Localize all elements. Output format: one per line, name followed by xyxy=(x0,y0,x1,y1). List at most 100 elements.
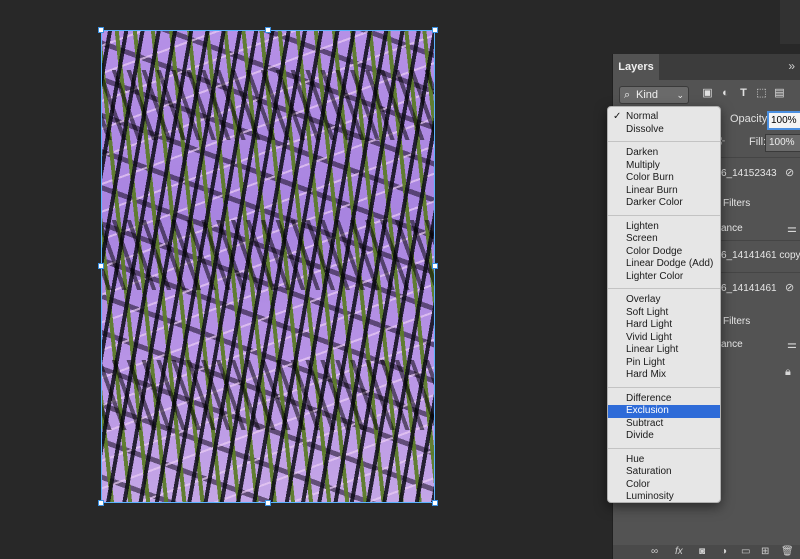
collapse-panel-icon[interactable]: » xyxy=(788,59,795,73)
opacity-input[interactable]: 100% xyxy=(767,111,800,130)
menu-separator xyxy=(608,386,720,388)
blend-mode-option[interactable]: Lighter Color xyxy=(608,271,720,284)
blend-mode-label: Darken xyxy=(626,147,659,158)
blend-mode-label: Color Burn xyxy=(626,172,674,183)
blend-mode-label: Difference xyxy=(626,392,672,404)
blend-mode-option[interactable]: Screen xyxy=(608,233,720,246)
blend-mode-label: Hard Mix xyxy=(626,369,667,380)
blend-mode-option[interactable]: Linear Light xyxy=(608,344,720,357)
blend-mode-option[interactable]: Subtract xyxy=(608,418,720,431)
shape-filter-icon[interactable]: ⬚ xyxy=(755,87,768,100)
blend-mode-option[interactable]: Pin Light xyxy=(608,357,720,370)
blend-mode-option[interactable]: Multiply xyxy=(608,160,720,173)
adjustment-filter-icon[interactable]: ◐ xyxy=(719,87,732,100)
layer-style-icon[interactable]: fx xyxy=(675,545,683,559)
blend-mode-option[interactable]: Color Dodge xyxy=(608,246,720,259)
blend-mode-label: Overlay xyxy=(626,294,661,305)
smart-object-link-icon: ⊘ xyxy=(785,167,795,179)
filter-options-icon[interactable]: ⚌ xyxy=(787,222,797,235)
image-filter-icon[interactable]: ▣ xyxy=(701,87,714,100)
fill-input[interactable]: 100% xyxy=(765,134,800,152)
blend-mode-option[interactable]: Exclusion xyxy=(608,405,720,418)
document-canvas[interactable] xyxy=(0,0,612,559)
transform-handle-bottom[interactable] xyxy=(265,500,271,506)
panel-bottom-toolbar: ∞ fx ◙ ◑ ▭ ⊞ 🗑︎ xyxy=(613,545,800,559)
blend-mode-label: Pin Light xyxy=(626,356,665,368)
blend-mode-label: Vivid Light xyxy=(626,331,672,343)
opacity-label: Opacity: xyxy=(730,113,771,125)
tab-layers[interactable]: Layers xyxy=(613,54,659,80)
blend-mode-option[interactable]: Color xyxy=(608,479,720,492)
blend-mode-option[interactable]: Divide xyxy=(608,430,720,443)
menu-separator xyxy=(608,288,720,289)
blend-mode-label: Screen xyxy=(626,233,658,244)
blend-mode-option[interactable]: Saturation xyxy=(608,466,720,479)
blend-mode-menu[interactable]: ✓ Normal Dissolve Darken Multiply Color Burn L… xyxy=(607,106,721,503)
blend-mode-option[interactable]: Soft Light xyxy=(608,307,720,320)
filter-effect-label: ance xyxy=(721,223,743,234)
menu-separator xyxy=(608,214,720,216)
blend-mode-option[interactable]: Darken xyxy=(608,147,720,160)
type-filter-icon[interactable]: T xyxy=(737,87,750,100)
blend-mode-option[interactable]: Lighten xyxy=(608,221,720,234)
filter-options-icon[interactable]: ⚌ xyxy=(787,338,797,351)
transform-handle-top[interactable] xyxy=(265,27,271,33)
blend-mode-option[interactable]: Luminosity xyxy=(608,491,720,504)
blend-mode-option[interactable]: Vivid Light xyxy=(608,332,720,345)
lock-icon[interactable]: 🔒︎ xyxy=(785,366,791,379)
menu-separator xyxy=(608,447,720,449)
transform-bounding-box[interactable] xyxy=(101,30,435,503)
filter-kind-select[interactable]: ⌕ Kind ⌄ xyxy=(619,86,689,104)
transform-handle-top-right[interactable] xyxy=(432,27,438,33)
transform-handle-right[interactable] xyxy=(432,263,438,269)
blend-mode-option[interactable]: Difference xyxy=(608,393,720,406)
blend-mode-label: Linear Light xyxy=(626,344,679,355)
adjacent-panel-strip xyxy=(780,0,800,44)
filter-effect-label: ance xyxy=(721,339,743,350)
adjustment-layer-icon[interactable]: ◑ xyxy=(721,545,727,559)
smart-filters-label: Filters xyxy=(723,316,751,327)
blend-mode-option[interactable]: Hue xyxy=(608,454,720,467)
blend-mode-label: Multiply xyxy=(626,159,660,171)
blend-mode-option[interactable]: ✓ Normal xyxy=(608,111,720,124)
blend-mode-label: Color xyxy=(626,478,650,490)
link-layers-icon[interactable]: ∞ xyxy=(651,545,658,559)
blend-mode-option[interactable]: Dissolve xyxy=(608,124,720,137)
transform-handle-bottom-left[interactable] xyxy=(98,500,104,506)
new-layer-icon[interactable]: ⊞ xyxy=(761,545,769,559)
trash-icon[interactable]: 🗑︎ xyxy=(781,545,794,559)
blend-mode-option[interactable]: Darker Color xyxy=(608,197,720,210)
blend-mode-option[interactable]: Hard Mix xyxy=(608,369,720,382)
blend-mode-option[interactable]: Color Burn xyxy=(608,172,720,185)
blend-mode-label: Subtract xyxy=(626,417,664,429)
blend-mode-label: Linear Burn xyxy=(626,184,678,196)
transform-handle-bottom-right[interactable] xyxy=(432,500,438,506)
add-mask-icon[interactable]: ◙ xyxy=(699,545,705,559)
transform-handle-top-left[interactable] xyxy=(98,27,104,33)
blend-mode-option[interactable]: Overlay xyxy=(608,294,720,307)
blend-mode-label: Darker Color xyxy=(626,197,683,208)
blend-mode-label: Soft Light xyxy=(626,306,669,318)
blend-mode-label: Hue xyxy=(626,453,645,465)
blend-mode-option[interactable]: Linear Burn xyxy=(608,185,720,198)
blend-mode-label: Linear Dodge (Add) xyxy=(626,258,714,269)
smart-object-link-icon: ⊘ xyxy=(785,282,795,294)
search-icon: ⌕ xyxy=(624,89,631,101)
smart-filters-label: Filters xyxy=(723,198,751,209)
blend-mode-option[interactable]: Linear Dodge (Add) xyxy=(608,258,720,271)
blend-mode-label: Dissolve xyxy=(626,123,664,135)
smart-object-filter-icon[interactable]: ▤ xyxy=(773,87,786,100)
panel-tab-bar: Layers » xyxy=(613,54,800,80)
transform-handle-left[interactable] xyxy=(98,263,104,269)
checkmark-icon: ✓ xyxy=(613,111,622,122)
layer-filter-row: ⌕ Kind ⌄ ▣ ◐ T ⬚ ▤ xyxy=(613,84,800,106)
blend-mode-label: Divide xyxy=(626,430,654,441)
new-group-icon[interactable]: ▭ xyxy=(741,545,750,559)
layer-name: 6_14141461 copy xyxy=(721,250,800,261)
blend-mode-label: Saturation xyxy=(626,466,672,477)
blend-mode-label: Lighten xyxy=(626,220,659,232)
blend-mode-option[interactable]: Hard Light xyxy=(608,319,720,332)
layer-name: 6_14141461 xyxy=(721,283,777,294)
layer-name: 6_14152343 xyxy=(721,168,777,179)
blend-mode-label: Luminosity xyxy=(626,491,674,502)
